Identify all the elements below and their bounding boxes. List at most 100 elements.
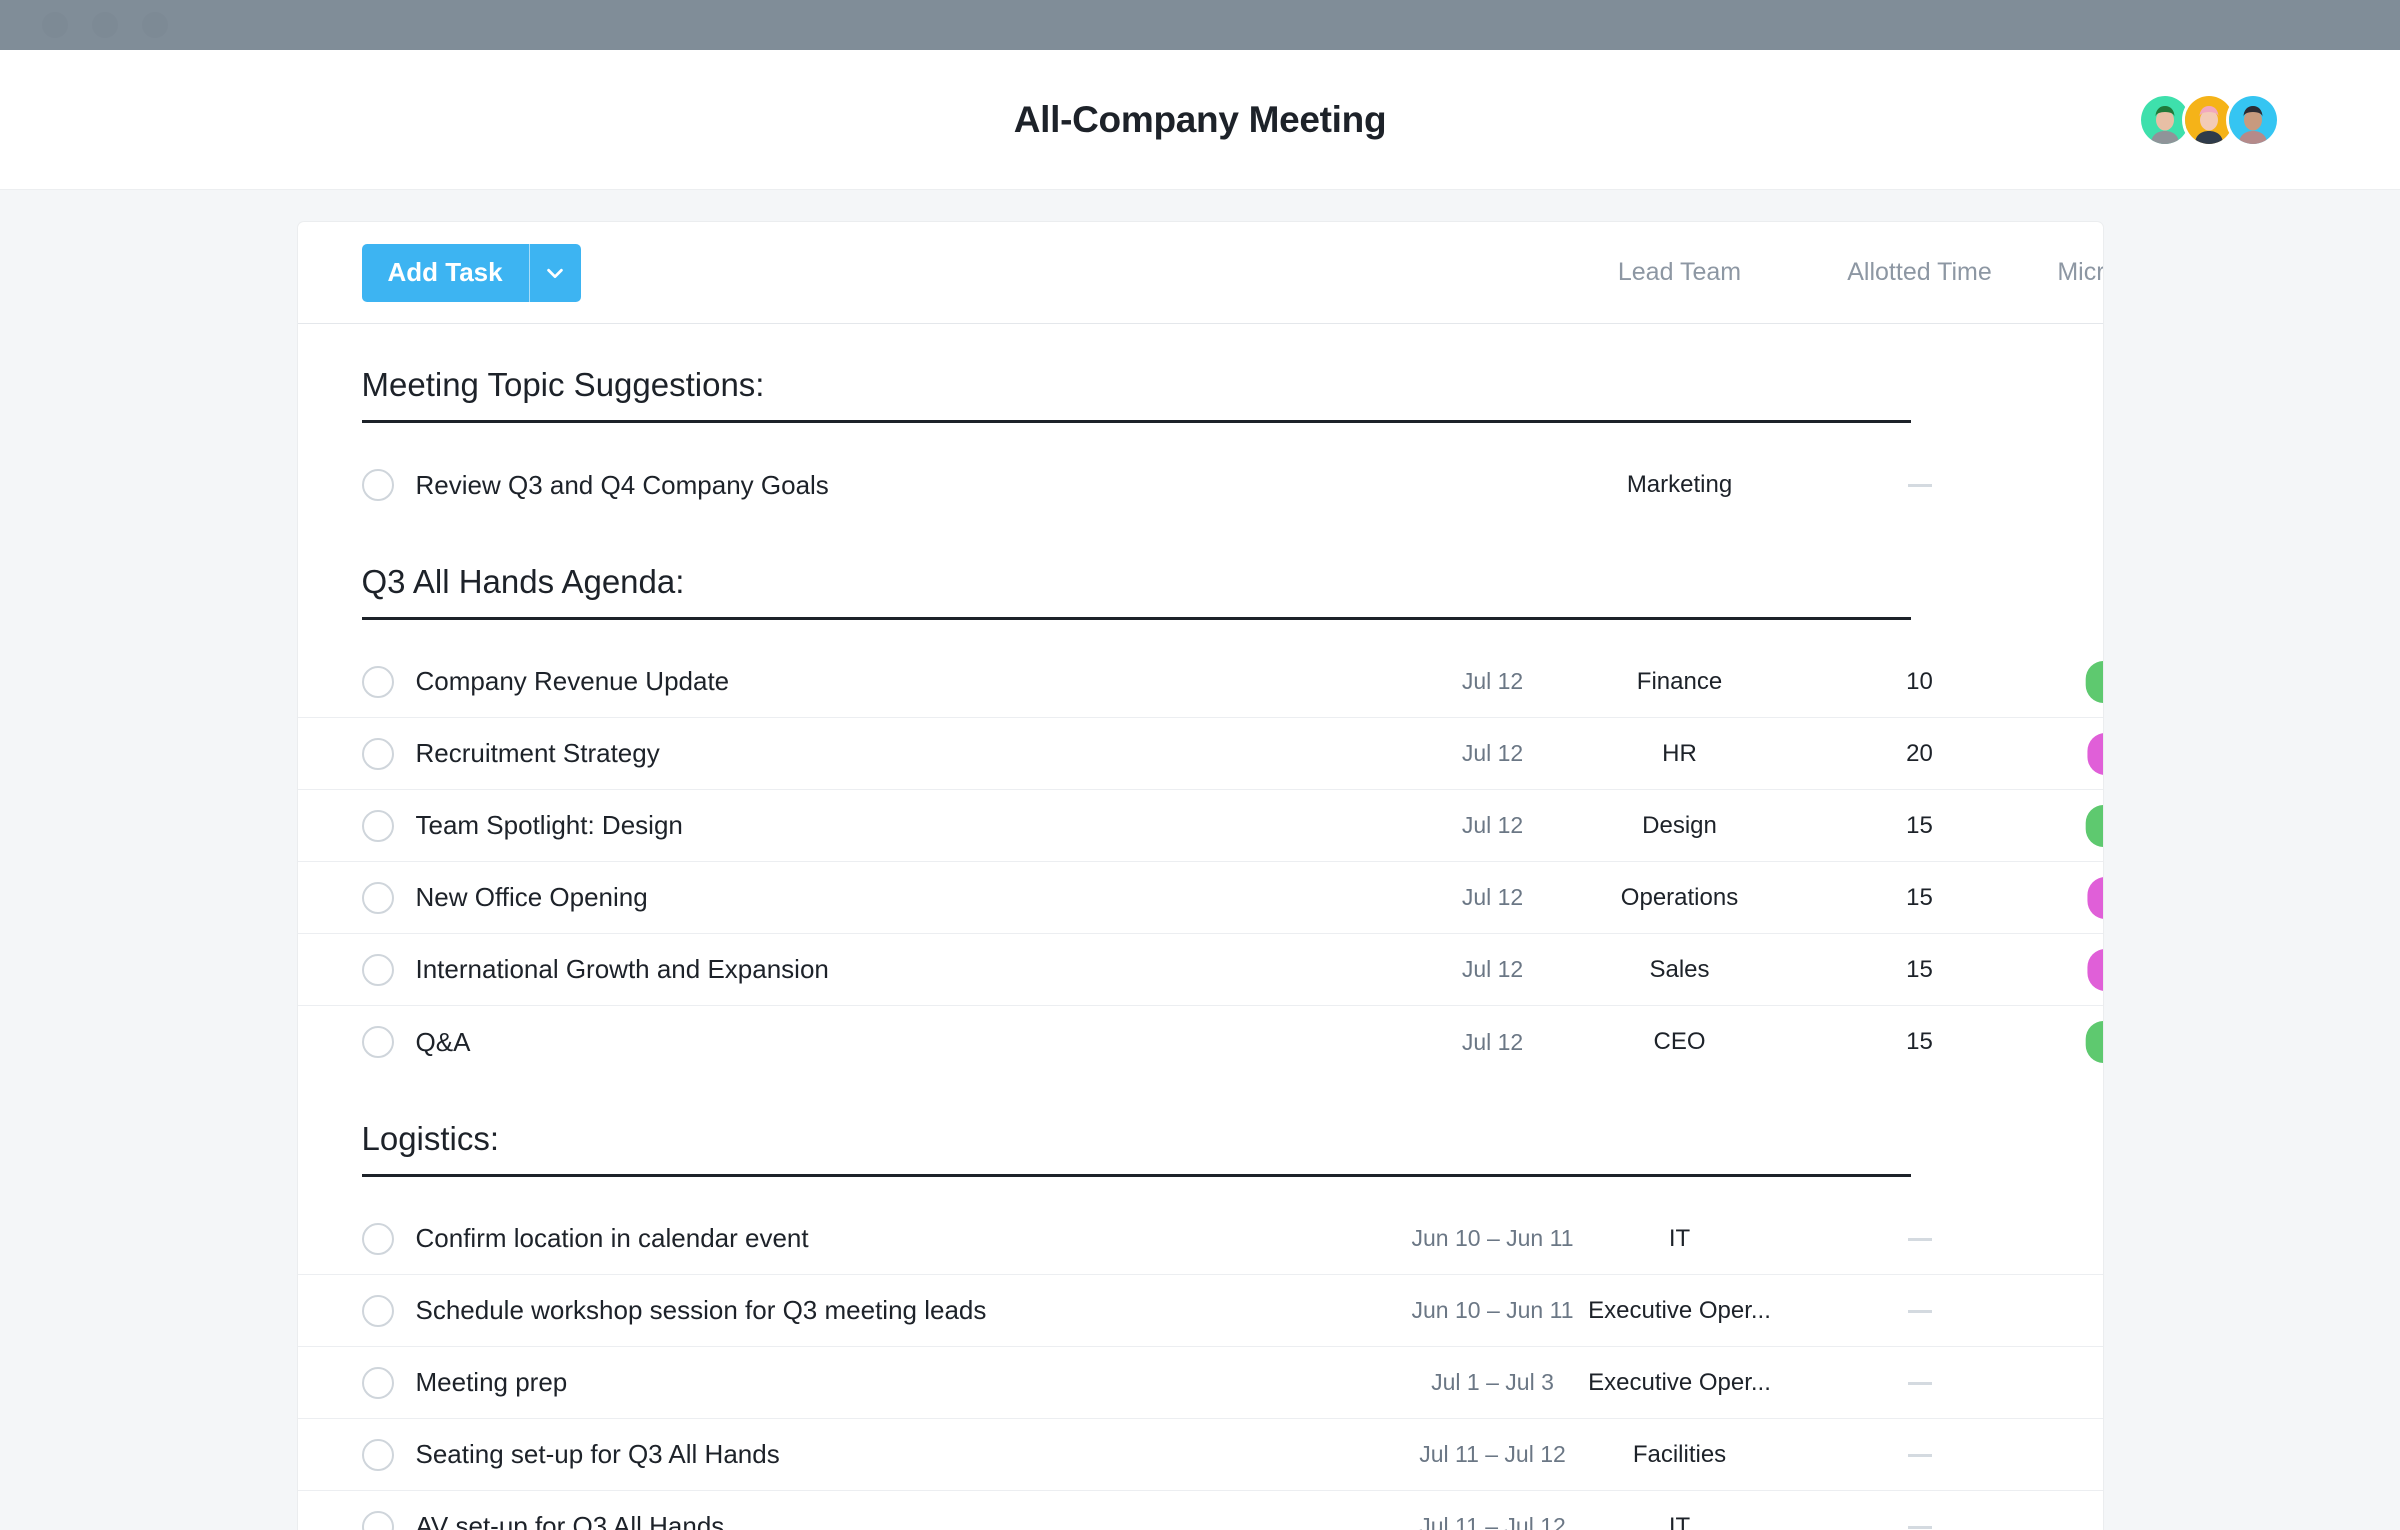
- column-header-microphone-req[interactable]: Microphone Req...: [2057, 258, 2102, 287]
- task-name[interactable]: AV set-up for Q3 All Hands: [416, 1511, 725, 1530]
- table-row[interactable]: Company Revenue Update Jul 12 Finance 10 Wir…: [297, 646, 2103, 718]
- minimize-icon[interactable]: [92, 12, 118, 38]
- maximize-icon[interactable]: [142, 12, 168, 38]
- task-date[interactable]: Jul 12: [1462, 884, 1523, 911]
- task-date[interactable]: Jul 12: [1462, 668, 1523, 695]
- task-complete-checkbox[interactable]: [361, 1438, 394, 1471]
- add-task-dropdown-button[interactable]: [528, 243, 581, 302]
- status-badge[interactable]: Wireless...: [2085, 660, 2103, 703]
- status-badge[interactable]: Wireless...: [2085, 1021, 2103, 1063]
- task-complete-checkbox[interactable]: [361, 665, 394, 698]
- task-date[interactable]: Jul 11 – Jul 12: [1419, 1513, 1566, 1530]
- table-row[interactable]: Team Spotlight: Design Jul 12 Design 15 Wire…: [297, 790, 2103, 862]
- task-name[interactable]: Schedule workshop session for Q3 meeting…: [416, 1295, 987, 1326]
- task-microphone-req[interactable]: Podium ...: [2086, 876, 2103, 919]
- task-lead-team[interactable]: IT: [1669, 1225, 1690, 1253]
- table-row[interactable]: Review Q3 and Q4 Company Goals Marketing: [298, 449, 2103, 521]
- table-row[interactable]: Q&A Jul 12 CEO 15 Wireless...: [298, 1006, 2103, 1078]
- task-name[interactable]: Meeting prep: [416, 1367, 568, 1398]
- task-lead-team[interactable]: Finance: [1637, 668, 1722, 696]
- task-date[interactable]: Jul 12: [1462, 740, 1523, 767]
- task-allotted-time[interactable]: 15: [1906, 884, 1933, 912]
- task-complete-checkbox[interactable]: [361, 953, 394, 986]
- section-title[interactable]: Q3 All Hands Agenda:: [362, 563, 2003, 617]
- window-chrome: [0, 0, 2400, 50]
- column-header-lead-team[interactable]: Lead Team: [1618, 258, 1741, 287]
- task-name[interactable]: Seating set-up for Q3 All Hands: [416, 1439, 780, 1470]
- section-title[interactable]: Logistics:: [362, 1120, 2003, 1174]
- task-allotted-time[interactable]: [1907, 1513, 1932, 1530]
- task-lead-team[interactable]: Facilities: [1633, 1441, 1726, 1469]
- task-complete-checkbox[interactable]: [361, 1026, 394, 1058]
- page-body: Add Task Lead Team Allotted Time Microph…: [0, 190, 2400, 1530]
- task-name[interactable]: Company Revenue Update: [416, 666, 730, 697]
- status-badge[interactable]: Podium ...: [2086, 876, 2103, 919]
- header-avatar[interactable]: [2226, 92, 2280, 147]
- task-allotted-time[interactable]: 15: [1906, 1028, 1933, 1056]
- task-allotted-time[interactable]: [1907, 1369, 1932, 1397]
- column-header-allotted-time[interactable]: Allotted Time: [1847, 258, 1992, 287]
- task-lead-team[interactable]: IT: [1669, 1513, 1690, 1530]
- status-badge[interactable]: Wireless...: [2085, 804, 2103, 847]
- task-date[interactable]: Jun 10 – Jun 11: [1412, 1297, 1574, 1324]
- task-allotted-time[interactable]: 15: [1906, 956, 1933, 984]
- section-title[interactable]: Meeting Topic Suggestions:: [362, 366, 2003, 420]
- task-allotted-time[interactable]: [1907, 1441, 1932, 1469]
- task-complete-checkbox[interactable]: [361, 809, 394, 842]
- task-lead-team[interactable]: Executive Oper...: [1588, 1369, 1771, 1397]
- task-complete-checkbox[interactable]: [361, 881, 394, 914]
- task-date[interactable]: Jul 12: [1462, 812, 1523, 839]
- table-row[interactable]: Schedule workshop session for Q3 meeting…: [297, 1275, 2103, 1347]
- status-badge[interactable]: Podium ...: [2086, 732, 2103, 775]
- task-microphone-req[interactable]: Wireless...: [2085, 1021, 2103, 1063]
- close-icon[interactable]: [42, 12, 68, 38]
- task-lead-team[interactable]: Design: [1642, 812, 1717, 840]
- task-lead-team[interactable]: Marketing: [1627, 471, 1732, 499]
- table-row[interactable]: New Office Opening Jul 12 Operations 15 Podi…: [297, 862, 2103, 934]
- task-allotted-time[interactable]: [1907, 1225, 1932, 1253]
- task-allotted-time[interactable]: [1907, 471, 1932, 499]
- task-complete-checkbox[interactable]: [361, 1294, 394, 1327]
- task-microphone-req[interactable]: Wireless...: [2085, 660, 2103, 703]
- table-row[interactable]: International Growth and Expansion Jul 12…: [297, 934, 2103, 1006]
- task-date[interactable]: Jul 11 – Jul 12: [1419, 1441, 1566, 1468]
- task-allotted-time[interactable]: 20: [1906, 740, 1933, 768]
- task-name[interactable]: Review Q3 and Q4 Company Goals: [416, 470, 829, 501]
- task-allotted-time[interactable]: 15: [1906, 812, 1933, 840]
- task-lead-team[interactable]: CEO: [1653, 1028, 1705, 1056]
- task-lead-team[interactable]: Executive Oper...: [1588, 1297, 1771, 1325]
- task-complete-checkbox[interactable]: [361, 737, 394, 770]
- task-lead-team[interactable]: Operations: [1621, 884, 1738, 912]
- task-date[interactable]: Jun 10 – Jun 11: [1412, 1225, 1574, 1252]
- task-date[interactable]: Jul 12: [1462, 956, 1523, 983]
- task-name[interactable]: Recruitment Strategy: [416, 738, 660, 769]
- table-row[interactable]: Seating set-up for Q3 All Hands Jul 11 – …: [297, 1419, 2103, 1491]
- task-allotted-time[interactable]: 10: [1906, 668, 1933, 696]
- add-task-button[interactable]: Add Task: [361, 243, 529, 302]
- table-row[interactable]: Recruitment Strategy Jul 12 HR 20 Podium ...: [297, 718, 2103, 790]
- status-badge[interactable]: Podium ...: [2086, 948, 2103, 991]
- table-row[interactable]: Confirm location in calendar event Jun 10…: [297, 1203, 2103, 1275]
- task-name[interactable]: International Growth and Expansion: [416, 954, 829, 985]
- task-microphone-req[interactable]: Podium ...: [2086, 732, 2103, 775]
- app-header: All-Company Meeting: [0, 50, 2400, 190]
- add-task-group[interactable]: Add Task: [361, 243, 581, 302]
- task-microphone-req[interactable]: Wireless...: [2085, 804, 2103, 847]
- task-complete-checkbox[interactable]: [361, 1222, 394, 1255]
- task-name[interactable]: New Office Opening: [416, 882, 648, 913]
- task-lead-team[interactable]: Sales: [1649, 956, 1709, 984]
- task-allotted-time[interactable]: [1907, 1297, 1932, 1325]
- table-row[interactable]: AV set-up for Q3 All Hands Jul 11 – Jul 1…: [298, 1491, 2103, 1530]
- task-name[interactable]: Team Spotlight: Design: [416, 810, 683, 841]
- table-row[interactable]: Meeting prep Jul 1 – Jul 3 Executive Oper.…: [297, 1347, 2103, 1419]
- task-complete-checkbox[interactable]: [361, 469, 394, 501]
- task-lead-team[interactable]: HR: [1662, 740, 1697, 768]
- task-complete-checkbox[interactable]: [361, 1510, 394, 1530]
- task-name[interactable]: Confirm location in calendar event: [416, 1223, 809, 1254]
- task-date[interactable]: Jul 1 – Jul 3: [1431, 1369, 1554, 1396]
- task-date[interactable]: Jul 12: [1462, 1029, 1523, 1056]
- task-name[interactable]: Q&A: [416, 1027, 471, 1058]
- task-complete-checkbox[interactable]: [361, 1366, 394, 1399]
- task-microphone-req[interactable]: Podium ...: [2086, 948, 2103, 991]
